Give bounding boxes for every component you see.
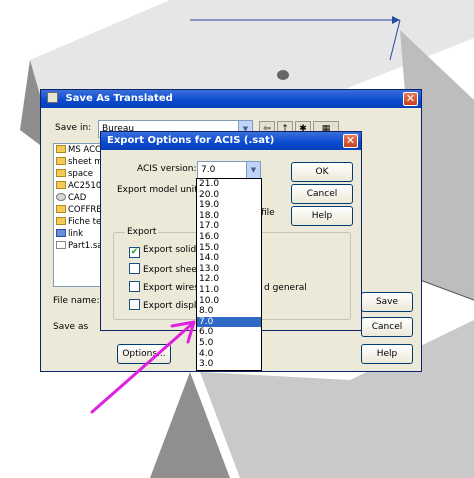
acis-version-dropdown-list[interactable]: 21.0 20.0 19.0 18.0 17.0 16.0 15.0 14.0 … bbox=[196, 178, 262, 371]
folder-icon bbox=[56, 169, 66, 177]
version-option[interactable]: 14.0 bbox=[197, 253, 261, 264]
version-option[interactable]: 15.0 bbox=[197, 243, 261, 254]
help-button[interactable]: Help bbox=[361, 344, 413, 364]
version-option-selected[interactable]: 7.0 bbox=[197, 316, 261, 328]
version-option[interactable]: 16.0 bbox=[197, 232, 261, 243]
save-as-label: Save as bbox=[53, 322, 89, 332]
version-option[interactable]: 18.0 bbox=[197, 211, 261, 222]
version-option[interactable]: 10.0 bbox=[197, 296, 261, 307]
file-partial-label: file bbox=[261, 208, 275, 218]
dialog-icon bbox=[47, 92, 58, 103]
file-icon bbox=[56, 241, 66, 249]
options-button[interactable]: Options... bbox=[117, 344, 171, 364]
version-option[interactable]: 5.0 bbox=[197, 338, 261, 349]
ok-button[interactable]: OK bbox=[291, 162, 353, 182]
export-sheets-checkbox[interactable]: Export sheets bbox=[129, 263, 205, 275]
save-as-title: Save As Translated bbox=[65, 93, 173, 104]
acis-version-select[interactable]: 7.0 ▼ bbox=[197, 161, 261, 179]
cad-hole bbox=[277, 70, 289, 80]
folder-icon bbox=[56, 157, 66, 165]
export-model-units-label: Export model units: bbox=[117, 185, 206, 195]
version-option[interactable]: 19.0 bbox=[197, 200, 261, 211]
folder-icon bbox=[56, 145, 66, 153]
chevron-down-icon[interactable]: ▼ bbox=[246, 162, 260, 178]
cancel-button[interactable]: Cancel bbox=[361, 317, 413, 337]
version-option[interactable]: 3.0 bbox=[197, 359, 261, 370]
acis-version-label: ACIS version: bbox=[137, 164, 197, 174]
wires-suffix-label: d general bbox=[264, 283, 307, 293]
link-icon bbox=[56, 229, 66, 237]
close-icon[interactable]: ✕ bbox=[343, 134, 358, 148]
save-in-label: Save in: bbox=[55, 123, 92, 133]
file-name-label: File name: bbox=[53, 296, 100, 306]
help-button[interactable]: Help bbox=[291, 206, 353, 226]
folder-icon bbox=[56, 217, 66, 225]
cancel-button[interactable]: Cancel bbox=[291, 184, 353, 204]
version-option[interactable]: 4.0 bbox=[197, 349, 261, 360]
export-options-titlebar[interactable]: Export Options for ACIS (.sat) ✕ bbox=[101, 132, 361, 150]
acis-version-value: 7.0 bbox=[201, 165, 216, 175]
version-option[interactable]: 17.0 bbox=[197, 221, 261, 232]
checkmark-icon: ✔ bbox=[129, 247, 140, 258]
version-option[interactable]: 21.0 bbox=[197, 179, 261, 190]
version-option[interactable]: 8.0 bbox=[197, 306, 261, 317]
save-button[interactable]: Save bbox=[361, 292, 413, 312]
version-option[interactable]: 6.0 bbox=[197, 327, 261, 338]
save-as-titlebar[interactable]: Save As Translated ✕ bbox=[41, 90, 421, 108]
folder-icon bbox=[56, 205, 66, 213]
version-option[interactable]: 12.0 bbox=[197, 274, 261, 285]
export-group-label: Export bbox=[125, 227, 159, 237]
version-option[interactable]: 20.0 bbox=[197, 190, 261, 201]
close-icon[interactable]: ✕ bbox=[403, 92, 418, 106]
export-options-title: Export Options for ACIS (.sat) bbox=[107, 135, 275, 146]
folder-icon bbox=[56, 181, 66, 189]
export-wires-checkbox[interactable]: Export wires ( bbox=[129, 281, 205, 293]
version-option[interactable]: 11.0 bbox=[197, 285, 261, 296]
version-option[interactable]: 13.0 bbox=[197, 264, 261, 275]
cd-drive-icon bbox=[56, 193, 66, 201]
